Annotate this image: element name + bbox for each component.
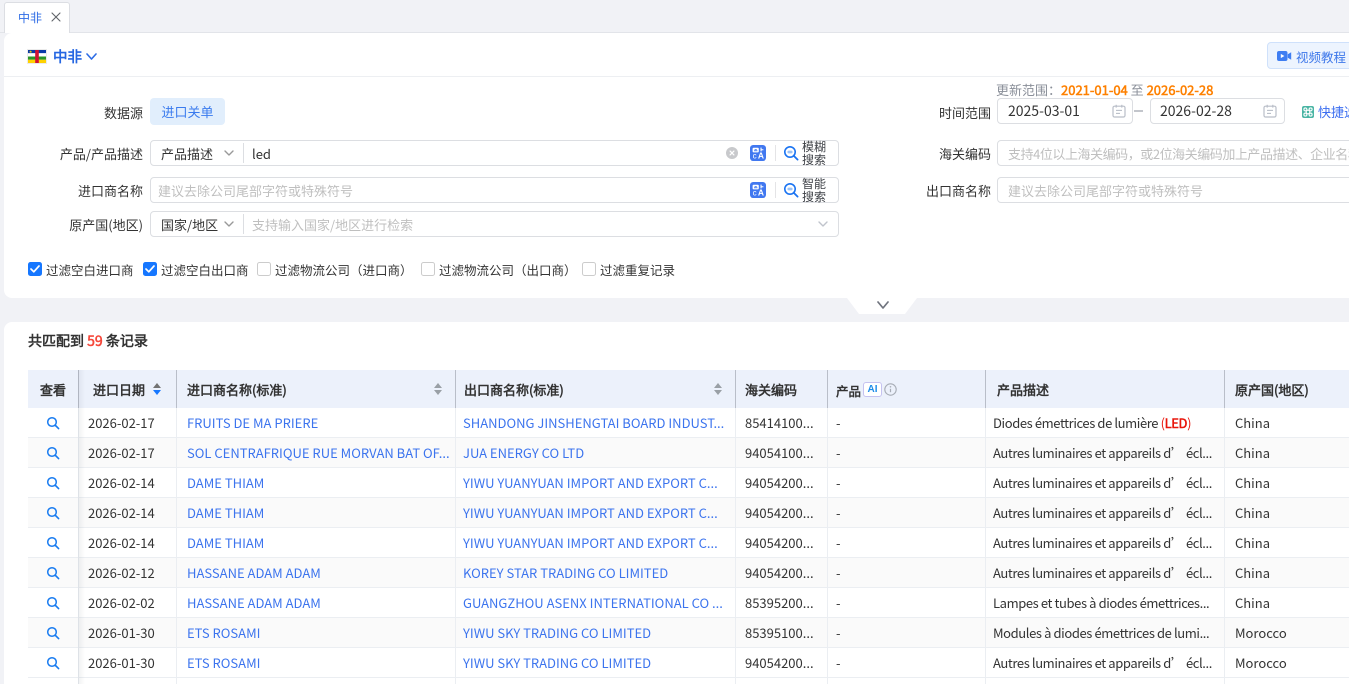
svg-text:A: A [758,150,764,160]
svg-text:c: c [753,189,757,198]
svg-text:A: A [758,187,764,197]
svg-text:c: c [753,152,757,161]
